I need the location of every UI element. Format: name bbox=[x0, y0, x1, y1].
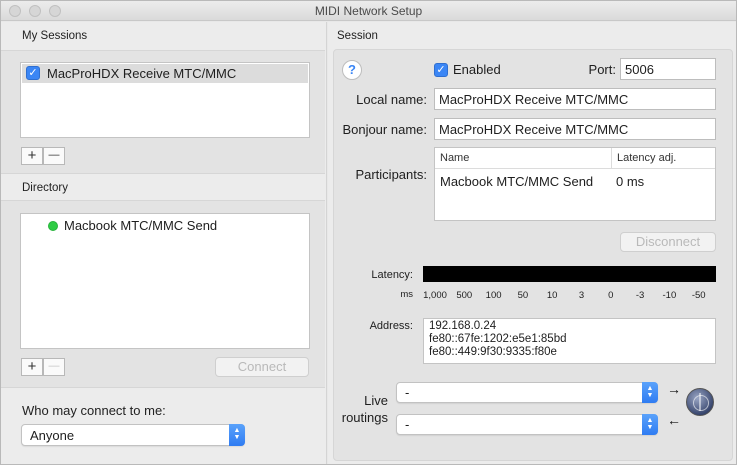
bonjour-name-field[interactable]: MacProHDX Receive MTC/MMC bbox=[434, 118, 716, 140]
help-button[interactable]: ? bbox=[342, 60, 362, 80]
directory-panel: Macbook MTC/MMC Send + — Connect bbox=[1, 200, 325, 388]
address-line: fe80::67fe:1202:e5e1:85bd bbox=[429, 333, 567, 345]
participant-name: Macbook MTC/MMC Send bbox=[440, 174, 594, 189]
column-header-name[interactable]: Name bbox=[435, 148, 611, 169]
column-header-latency[interactable]: Latency adj. bbox=[611, 148, 715, 169]
address-list: 192.168.0.24 fe80::67fe:1202:e5e1:85bd f… bbox=[423, 318, 716, 364]
network-globe-icon[interactable] bbox=[686, 388, 714, 416]
online-status-icon bbox=[48, 221, 58, 231]
arrow-left-icon: ← bbox=[667, 412, 681, 428]
remove-session-button[interactable]: — bbox=[43, 147, 65, 165]
my-sessions-list[interactable]: ✓ MacProHDX Receive MTC/MMC bbox=[20, 62, 310, 138]
who-may-connect-value: Anyone bbox=[30, 428, 75, 443]
my-sessions-panel: ✓ MacProHDX Receive MTC/MMC + — bbox=[1, 50, 325, 174]
latency-scale-tick: -50 bbox=[691, 290, 706, 301]
midi-network-setup-window: MIDI Network Setup My Sessions ✓ MacProH… bbox=[0, 0, 737, 465]
participant-latency: 0 ms bbox=[616, 174, 645, 189]
table-row[interactable]: Macbook MTC/MMC Send 0 ms bbox=[435, 170, 715, 192]
latency-label: Latency: bbox=[371, 269, 413, 281]
add-directory-button[interactable]: + bbox=[21, 358, 43, 376]
latency-scale-tick: 50 bbox=[517, 290, 529, 301]
directory-item-label[interactable]: Macbook MTC/MMC Send bbox=[64, 218, 217, 233]
local-name-field[interactable]: MacProHDX Receive MTC/MMC bbox=[434, 88, 716, 110]
local-name-label: Local name: bbox=[356, 92, 427, 107]
who-may-connect-select[interactable]: Anyone ▲ ▼ bbox=[21, 424, 245, 446]
participants-label: Participants: bbox=[355, 167, 427, 182]
latency-scale-tick: 0 bbox=[608, 290, 614, 301]
port-field[interactable]: 5006 bbox=[620, 58, 716, 80]
routing-out-value: - bbox=[405, 385, 410, 400]
latency-scale-tick: 500 bbox=[456, 290, 473, 301]
title-bar: MIDI Network Setup bbox=[1, 1, 736, 21]
ms-label: ms bbox=[400, 289, 413, 300]
chevron-updown-icon: ▲ ▼ bbox=[229, 424, 245, 446]
bonjour-name-label: Bonjour name: bbox=[342, 122, 427, 137]
add-session-button[interactable]: + bbox=[21, 147, 43, 165]
latency-scale-tick: -10 bbox=[662, 290, 677, 301]
left-pane: My Sessions ✓ MacProHDX Receive MTC/MMC … bbox=[1, 22, 327, 464]
routing-in-value: - bbox=[405, 417, 410, 432]
enabled-checkbox[interactable]: ✓ bbox=[434, 63, 448, 77]
latency-scale-tick: 1,000 bbox=[423, 290, 447, 301]
enabled-label: Enabled bbox=[453, 62, 501, 77]
who-may-connect-label: Who may connect to me: bbox=[22, 403, 166, 418]
directory-list[interactable]: Macbook MTC/MMC Send bbox=[20, 213, 310, 349]
latency-scale-tick: 10 bbox=[546, 290, 558, 301]
disconnect-button[interactable]: Disconnect bbox=[620, 232, 716, 252]
arrow-right-icon: → bbox=[667, 381, 681, 397]
live-routings-label-line2: routings bbox=[341, 410, 388, 425]
latency-scale-tick: 100 bbox=[485, 290, 502, 301]
address-label: Address: bbox=[369, 320, 413, 332]
routing-out-select[interactable]: - ▲ ▼ bbox=[396, 382, 658, 403]
address-line: fe80::449:9f30:9335:f80e bbox=[429, 346, 557, 358]
port-label: Port: bbox=[588, 62, 616, 77]
my-sessions-heading: My Sessions bbox=[22, 30, 88, 42]
session-row[interactable]: ✓ MacProHDX Receive MTC/MMC bbox=[22, 64, 308, 83]
chevron-updown-icon: ▲ ▼ bbox=[642, 382, 658, 403]
routing-in-select[interactable]: - ▲ ▼ bbox=[396, 414, 658, 435]
directory-heading: Directory bbox=[22, 182, 69, 194]
session-name: MacProHDX Receive MTC/MMC bbox=[47, 66, 237, 81]
session-panel: ? ✓ Enabled Port: 5006 Local name: MacPr… bbox=[333, 49, 733, 461]
participants-table[interactable]: Name Latency adj. Macbook MTC/MMC Send 0… bbox=[434, 147, 716, 221]
latency-meter bbox=[423, 266, 716, 282]
chevron-updown-icon: ▲ ▼ bbox=[642, 414, 658, 435]
connect-button[interactable]: Connect bbox=[215, 357, 309, 377]
session-enabled-checkbox[interactable]: ✓ bbox=[26, 66, 40, 80]
live-routings-label-line1: Live bbox=[364, 393, 388, 408]
address-line: 192.168.0.24 bbox=[429, 320, 497, 332]
remove-directory-button[interactable]: — bbox=[43, 358, 65, 376]
latency-scale-tick: 3 bbox=[578, 290, 585, 301]
latency-scale-tick: -3 bbox=[635, 290, 645, 301]
session-heading: Session bbox=[337, 30, 378, 42]
right-pane: Session ? ✓ Enabled Port: 5006 Local nam… bbox=[328, 22, 736, 464]
window-title: MIDI Network Setup bbox=[314, 4, 423, 18]
